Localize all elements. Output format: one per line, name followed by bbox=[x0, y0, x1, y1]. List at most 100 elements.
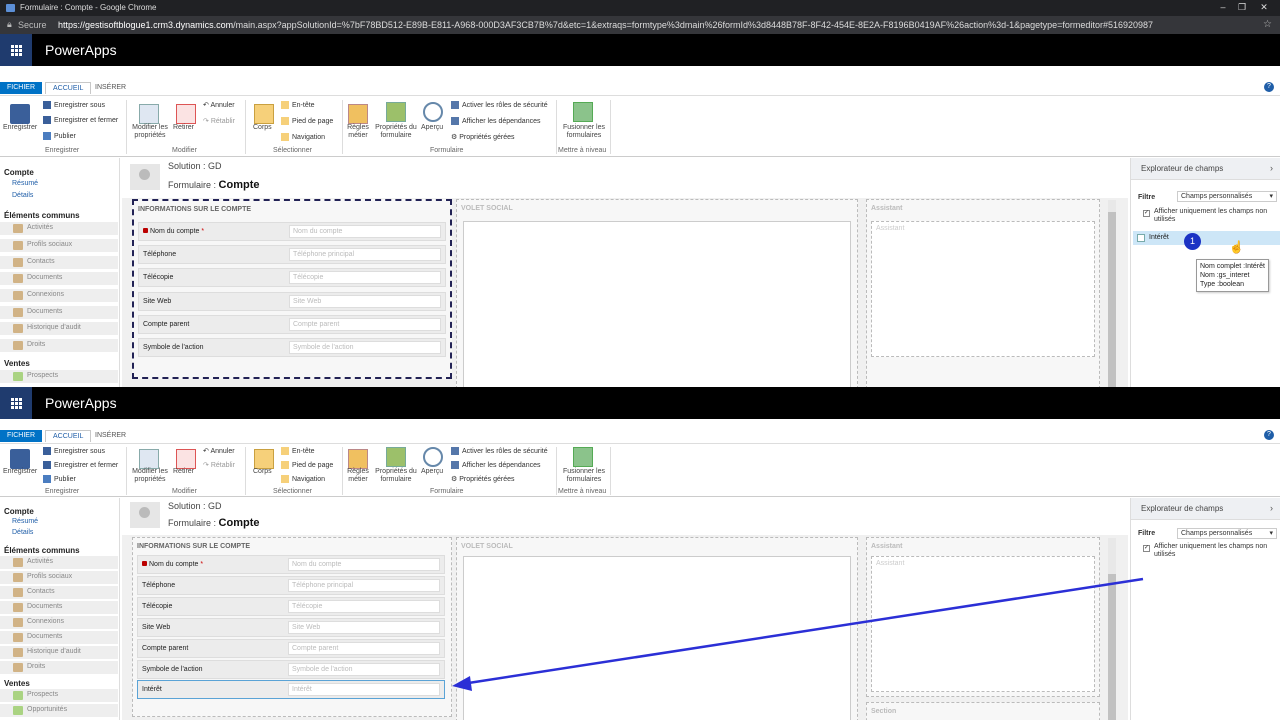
nav-item[interactable]: Profils sociaux bbox=[0, 239, 118, 253]
publish-button[interactable]: Publier bbox=[43, 132, 76, 140]
managed-properties-button[interactable]: ⚙ Propriétés gérées bbox=[451, 475, 515, 483]
nav-item[interactable]: Documents bbox=[0, 306, 118, 320]
chevron-right-icon[interactable]: › bbox=[1270, 163, 1273, 173]
url-text[interactable]: https://gestisoftblogue1.crm3.dynamics.c… bbox=[58, 20, 1188, 30]
nav-item[interactable]: Connexions bbox=[0, 289, 118, 303]
undo-button[interactable]: ↶ Annuler bbox=[203, 447, 235, 455]
nav-item[interactable]: Contacts bbox=[0, 586, 118, 600]
nav-item[interactable]: Documents bbox=[0, 601, 118, 615]
app-launcher-icon[interactable] bbox=[0, 34, 32, 66]
tab-accueil[interactable]: ACCUEIL bbox=[45, 430, 92, 442]
nav-item[interactable]: Connexions bbox=[0, 616, 118, 630]
field-row-telecopie[interactable]: Télécopie Télécopie bbox=[137, 597, 445, 616]
nav-details[interactable]: Détails bbox=[12, 192, 33, 199]
body-button[interactable]: Corps bbox=[253, 468, 272, 476]
remove-button[interactable]: Retirer bbox=[173, 468, 194, 476]
field-item-interet[interactable]: Intérêt bbox=[1133, 231, 1280, 245]
tab-inserer[interactable]: INSÉRER bbox=[88, 82, 133, 94]
nav-item[interactable]: Prospects bbox=[0, 370, 118, 384]
modify-properties-button[interactable]: Modifier les propriétés bbox=[130, 124, 170, 140]
field-row-telecopie[interactable]: Télécopie Télécopie bbox=[138, 268, 446, 287]
section-assistant[interactable]: Assistant Assistant bbox=[866, 199, 1100, 387]
section-volet-social[interactable]: VOLET SOCIAL bbox=[456, 537, 858, 720]
redo-button[interactable]: ↷ Rétablir bbox=[203, 117, 235, 125]
close-icon[interactable]: ✕ bbox=[1258, 2, 1270, 13]
unused-only-checkbox[interactable]: ✓ bbox=[1143, 210, 1150, 217]
field-row-telephone[interactable]: Téléphone Téléphone principal bbox=[138, 245, 446, 264]
enable-roles-button[interactable]: Activer les rôles de sécurité bbox=[451, 101, 548, 109]
section-empty[interactable]: Section bbox=[866, 702, 1100, 720]
field-row-telephone[interactable]: Téléphone Téléphone principal bbox=[137, 576, 445, 595]
field-row-site-web[interactable]: Site Web Site Web bbox=[138, 292, 446, 311]
field-row-compte-parent[interactable]: Compte parent Compte parent bbox=[137, 639, 445, 658]
unused-only-checkbox[interactable]: ✓ bbox=[1143, 545, 1150, 552]
nav-item[interactable]: Contacts bbox=[0, 256, 118, 270]
app-launcher-icon[interactable] bbox=[0, 387, 32, 419]
field-row-interet[interactable]: Intérêt Intérêt bbox=[137, 680, 445, 699]
preview-button[interactable]: Aperçu bbox=[421, 124, 443, 132]
chevron-right-icon[interactable]: › bbox=[1270, 503, 1273, 513]
save-button[interactable]: Enregistrer bbox=[3, 124, 37, 132]
nav-item[interactable]: Historique d'audit bbox=[0, 646, 118, 660]
publish-button[interactable]: Publier bbox=[43, 475, 76, 483]
undo-button[interactable]: ↶ Annuler bbox=[203, 101, 235, 109]
help-icon[interactable]: ? bbox=[1264, 82, 1274, 92]
nav-item[interactable]: Documents bbox=[0, 631, 118, 645]
header-button[interactable]: En-tête bbox=[281, 447, 315, 455]
save-close-button[interactable]: Enregistrer et fermer bbox=[43, 461, 118, 469]
field-row-nom[interactable]: Nom du compte * Nom du compte bbox=[138, 222, 446, 241]
nav-item[interactable]: Documents bbox=[0, 272, 118, 286]
field-row-compte-parent[interactable]: Compte parent Compte parent bbox=[138, 315, 446, 334]
nav-item[interactable]: Opportunités bbox=[0, 704, 118, 718]
filter-select[interactable]: Champs personnalisés ▾ bbox=[1177, 528, 1277, 539]
address-bar[interactable]: 🔒︎ Secure https://gestisoftblogue1.crm3.… bbox=[0, 16, 1280, 34]
save-button[interactable]: Enregistrer bbox=[3, 468, 37, 476]
tab-fichier[interactable]: FICHIER bbox=[0, 430, 42, 442]
nav-item[interactable]: Activités bbox=[0, 556, 118, 570]
nav-item[interactable]: Droits bbox=[0, 661, 118, 675]
section-informations[interactable]: INFORMATIONS SUR LE COMPTE Nom du compte… bbox=[132, 537, 452, 717]
canvas-scrollbar[interactable] bbox=[1108, 538, 1116, 720]
canvas-scrollbar[interactable] bbox=[1108, 200, 1116, 387]
save-as-button[interactable]: Enregistrer sous bbox=[43, 101, 105, 109]
navigation-button[interactable]: Navigation bbox=[281, 475, 325, 483]
body-button[interactable]: Corps bbox=[253, 124, 272, 132]
nav-item[interactable]: Droits bbox=[0, 339, 118, 353]
field-row-symbole[interactable]: Symbole de l'action Symbole de l'action bbox=[138, 338, 446, 357]
minimize-icon[interactable]: – bbox=[1217, 2, 1229, 12]
tab-inserer[interactable]: INSÉRER bbox=[88, 430, 133, 442]
navigation-button[interactable]: Navigation bbox=[281, 133, 325, 141]
form-properties-button[interactable]: Propriétés du formulaire bbox=[373, 124, 419, 140]
nav-item[interactable]: Prospects bbox=[0, 689, 118, 703]
scrollbar-thumb[interactable] bbox=[1108, 574, 1116, 720]
nav-resume[interactable]: Résumé bbox=[12, 518, 38, 525]
section-informations[interactable]: INFORMATIONS SUR LE COMPTE Nom du compte… bbox=[132, 199, 452, 379]
business-rules-button[interactable]: Règles métier bbox=[347, 124, 369, 140]
remove-button[interactable]: Retirer bbox=[173, 124, 194, 132]
modify-properties-button[interactable]: Modifier les propriétés bbox=[130, 468, 170, 484]
help-icon[interactable]: ? bbox=[1264, 430, 1274, 440]
nav-item[interactable]: Activités bbox=[0, 222, 118, 236]
merge-forms-button[interactable]: Fusionner les formulaires bbox=[561, 124, 607, 140]
enable-roles-button[interactable]: Activer les rôles de sécurité bbox=[451, 447, 548, 455]
filter-select[interactable]: Champs personnalisés ▾ bbox=[1177, 191, 1277, 202]
merge-forms-button[interactable]: Fusionner les formulaires bbox=[561, 468, 607, 484]
section-assistant[interactable]: Assistant Assistant bbox=[866, 537, 1100, 697]
footer-button[interactable]: Pied de page bbox=[281, 117, 333, 125]
form-properties-button[interactable]: Propriétés du formulaire bbox=[373, 468, 419, 484]
tab-accueil[interactable]: ACCUEIL bbox=[45, 82, 92, 94]
scrollbar-thumb[interactable] bbox=[1108, 212, 1116, 387]
redo-button[interactable]: ↷ Rétablir bbox=[203, 461, 235, 469]
managed-properties-button[interactable]: ⚙ Propriétés gérées bbox=[451, 133, 515, 141]
header-button[interactable]: En-tête bbox=[281, 101, 315, 109]
footer-button[interactable]: Pied de page bbox=[281, 461, 333, 469]
nav-resume[interactable]: Résumé bbox=[12, 180, 38, 187]
bookmark-star-icon[interactable]: ☆ bbox=[1263, 19, 1272, 30]
show-dependencies-button[interactable]: Afficher les dépendances bbox=[451, 461, 540, 469]
nav-item[interactable]: Profils sociaux bbox=[0, 571, 118, 585]
show-dependencies-button[interactable]: Afficher les dépendances bbox=[451, 117, 540, 125]
preview-button[interactable]: Aperçu bbox=[421, 468, 443, 476]
field-row-symbole[interactable]: Symbole de l'action Symbole de l'action bbox=[137, 660, 445, 679]
nav-details[interactable]: Détails bbox=[12, 529, 33, 536]
save-as-button[interactable]: Enregistrer sous bbox=[43, 447, 105, 455]
